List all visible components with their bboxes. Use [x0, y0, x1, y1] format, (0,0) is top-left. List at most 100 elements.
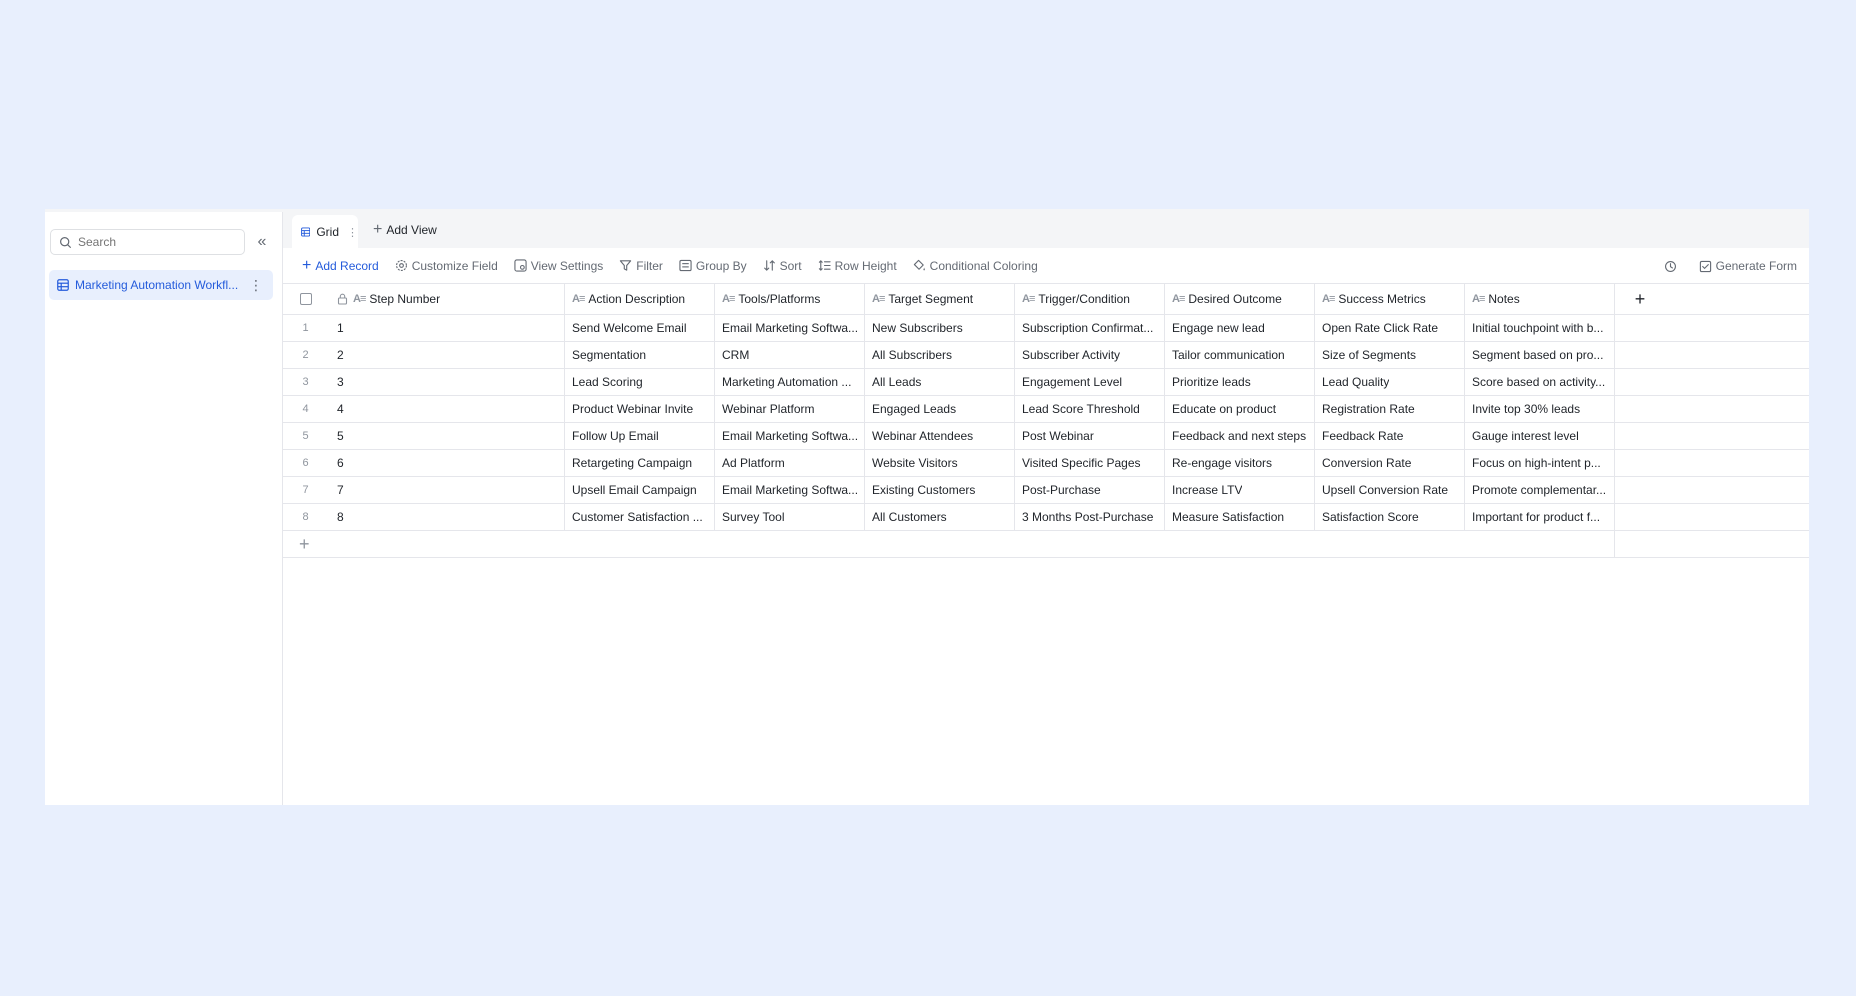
add-record-button[interactable]: + Add Record [302, 257, 379, 273]
column-header[interactable]: A≡ Tools/Platforms [715, 284, 865, 314]
table-cell[interactable]: Educate on product [1165, 396, 1315, 422]
table-cell[interactable]: New Subscribers [865, 315, 1015, 341]
table-cell[interactable]: Gauge interest level [1465, 423, 1615, 449]
table-cell[interactable]: 3 Months Post-Purchase [1015, 504, 1165, 530]
table-row[interactable]: 1 1 Send Welcome Email Email Marketing Soft… [283, 315, 1809, 342]
table-cell[interactable]: Important for product f... [1465, 504, 1615, 530]
add-column-button[interactable]: + [1615, 284, 1665, 314]
column-header[interactable]: A≡ Notes [1465, 284, 1615, 314]
table-cell[interactable]: Product Webinar Invite [565, 396, 715, 422]
table-cell[interactable]: 2 [328, 342, 565, 368]
column-header[interactable]: A≡ Step Number [328, 284, 565, 314]
conditional-coloring-button[interactable]: Conditional Coloring [913, 259, 1038, 273]
search-input[interactable] [78, 235, 238, 249]
view-settings-button[interactable]: View Settings [514, 259, 603, 273]
table-row[interactable]: 4 4 Product Webinar Invite Webinar Platform… [283, 396, 1809, 423]
sidebar-item-table[interactable]: Marketing Automation Workfl... ⋮ [49, 270, 273, 300]
table-cell[interactable]: Segmentation [565, 342, 715, 368]
table-cell[interactable]: Retargeting Campaign [565, 450, 715, 476]
table-row[interactable]: 3 3 Lead Scoring Marketing Automation ... Al… [283, 369, 1809, 396]
table-cell[interactable]: Post-Purchase [1015, 477, 1165, 503]
table-cell[interactable]: 4 [328, 396, 565, 422]
customize-field-button[interactable]: Customize Field [395, 259, 498, 273]
table-cell[interactable]: Size of Segments [1315, 342, 1465, 368]
table-cell[interactable]: Promote complementar... [1465, 477, 1615, 503]
table-cell[interactable]: Existing Customers [865, 477, 1015, 503]
table-cell[interactable]: Open Rate Click Rate [1315, 315, 1465, 341]
column-header[interactable]: A≡ Success Metrics [1315, 284, 1465, 314]
table-row[interactable]: 7 7 Upsell Email Campaign Email Marketing S… [283, 477, 1809, 504]
table-cell[interactable]: Lead Scoring [565, 369, 715, 395]
table-cell[interactable]: 3 [328, 369, 565, 395]
table-cell[interactable]: Customer Satisfaction ... [565, 504, 715, 530]
table-cell[interactable]: Engage new lead [1165, 315, 1315, 341]
table-cell[interactable]: Conversion Rate [1315, 450, 1465, 476]
more-options-icon[interactable]: ⋮ [249, 278, 263, 292]
add-view-button[interactable]: + Add View [373, 222, 437, 238]
table-cell[interactable]: 6 [328, 450, 565, 476]
table-cell[interactable]: Subscriber Activity [1015, 342, 1165, 368]
table-cell[interactable]: Increase LTV [1165, 477, 1315, 503]
table-cell[interactable]: Email Marketing Softwa... [715, 315, 865, 341]
column-header[interactable]: A≡ Desired Outcome [1165, 284, 1315, 314]
table-cell[interactable]: Measure Satisfaction [1165, 504, 1315, 530]
table-cell[interactable]: All Subscribers [865, 342, 1015, 368]
table-cell[interactable]: Engaged Leads [865, 396, 1015, 422]
search-box[interactable] [50, 229, 245, 255]
table-cell[interactable]: Ad Platform [715, 450, 865, 476]
tab-grid[interactable]: Grid ⋮ [292, 215, 358, 249]
table-cell[interactable]: Upsell Conversion Rate [1315, 477, 1465, 503]
table-cell[interactable]: Invite top 30% leads [1465, 396, 1615, 422]
table-cell[interactable]: Webinar Attendees [865, 423, 1015, 449]
table-cell[interactable]: 1 [328, 315, 565, 341]
table-cell[interactable]: Visited Specific Pages [1015, 450, 1165, 476]
table-cell[interactable]: Tailor communication [1165, 342, 1315, 368]
table-cell[interactable]: Feedback and next steps [1165, 423, 1315, 449]
table-cell[interactable]: Satisfaction Score [1315, 504, 1465, 530]
sort-button[interactable]: Sort [763, 259, 802, 273]
table-cell[interactable]: Lead Quality [1315, 369, 1465, 395]
column-header[interactable]: A≡ Trigger/Condition [1015, 284, 1165, 314]
table-cell[interactable]: 5 [328, 423, 565, 449]
filter-button[interactable]: Filter [619, 259, 663, 273]
tab-more-icon[interactable]: ⋮ [347, 226, 358, 239]
table-cell[interactable]: Lead Score Threshold [1015, 396, 1165, 422]
collapse-sidebar-icon[interactable]: « [252, 232, 272, 252]
table-cell[interactable]: Prioritize leads [1165, 369, 1315, 395]
table-cell[interactable]: 7 [328, 477, 565, 503]
table-cell[interactable]: 8 [328, 504, 565, 530]
table-cell[interactable]: Engagement Level [1015, 369, 1165, 395]
column-header[interactable]: A≡ Action Description [565, 284, 715, 314]
table-cell[interactable]: Survey Tool [715, 504, 865, 530]
table-cell[interactable]: Re-engage visitors [1165, 450, 1315, 476]
select-all-checkbox[interactable] [299, 293, 312, 305]
table-row[interactable]: 6 6 Retargeting Campaign Ad Platform Website… [283, 450, 1809, 477]
column-header[interactable]: A≡ Target Segment [865, 284, 1015, 314]
table-cell[interactable]: Initial touchpoint with b... [1465, 315, 1615, 341]
table-row[interactable]: 8 8 Customer Satisfaction ... Survey Tool Al… [283, 504, 1809, 531]
table-cell[interactable]: Marketing Automation ... [715, 369, 865, 395]
table-cell[interactable]: Email Marketing Softwa... [715, 477, 865, 503]
table-cell[interactable]: All Leads [865, 369, 1015, 395]
table-cell[interactable]: Upsell Email Campaign [565, 477, 715, 503]
group-by-button[interactable]: Group By [679, 259, 747, 273]
table-cell[interactable]: Score based on activity... [1465, 369, 1615, 395]
table-cell[interactable]: Subscription Confirmat... [1015, 315, 1165, 341]
table-cell[interactable]: All Customers [865, 504, 1015, 530]
history-button[interactable] [1664, 260, 1681, 273]
table-cell[interactable]: Send Welcome Email [565, 315, 715, 341]
table-row[interactable]: 5 5 Follow Up Email Email Marketing Softwa.… [283, 423, 1809, 450]
row-height-button[interactable]: Row Height [818, 259, 897, 273]
table-cell[interactable]: CRM [715, 342, 865, 368]
table-row[interactable]: 2 2 Segmentation CRM All Subscribers Subscrib… [283, 342, 1809, 369]
table-cell[interactable]: Website Visitors [865, 450, 1015, 476]
table-cell[interactable]: Segment based on pro... [1465, 342, 1615, 368]
add-row-button[interactable]: + [283, 531, 1615, 558]
table-cell[interactable]: Email Marketing Softwa... [715, 423, 865, 449]
table-cell[interactable]: Webinar Platform [715, 396, 865, 422]
generate-form-button[interactable]: Generate Form [1699, 259, 1797, 273]
table-cell[interactable]: Follow Up Email [565, 423, 715, 449]
table-cell[interactable]: Feedback Rate [1315, 423, 1465, 449]
table-cell[interactable]: Focus on high-intent p... [1465, 450, 1615, 476]
table-cell[interactable]: Post Webinar [1015, 423, 1165, 449]
